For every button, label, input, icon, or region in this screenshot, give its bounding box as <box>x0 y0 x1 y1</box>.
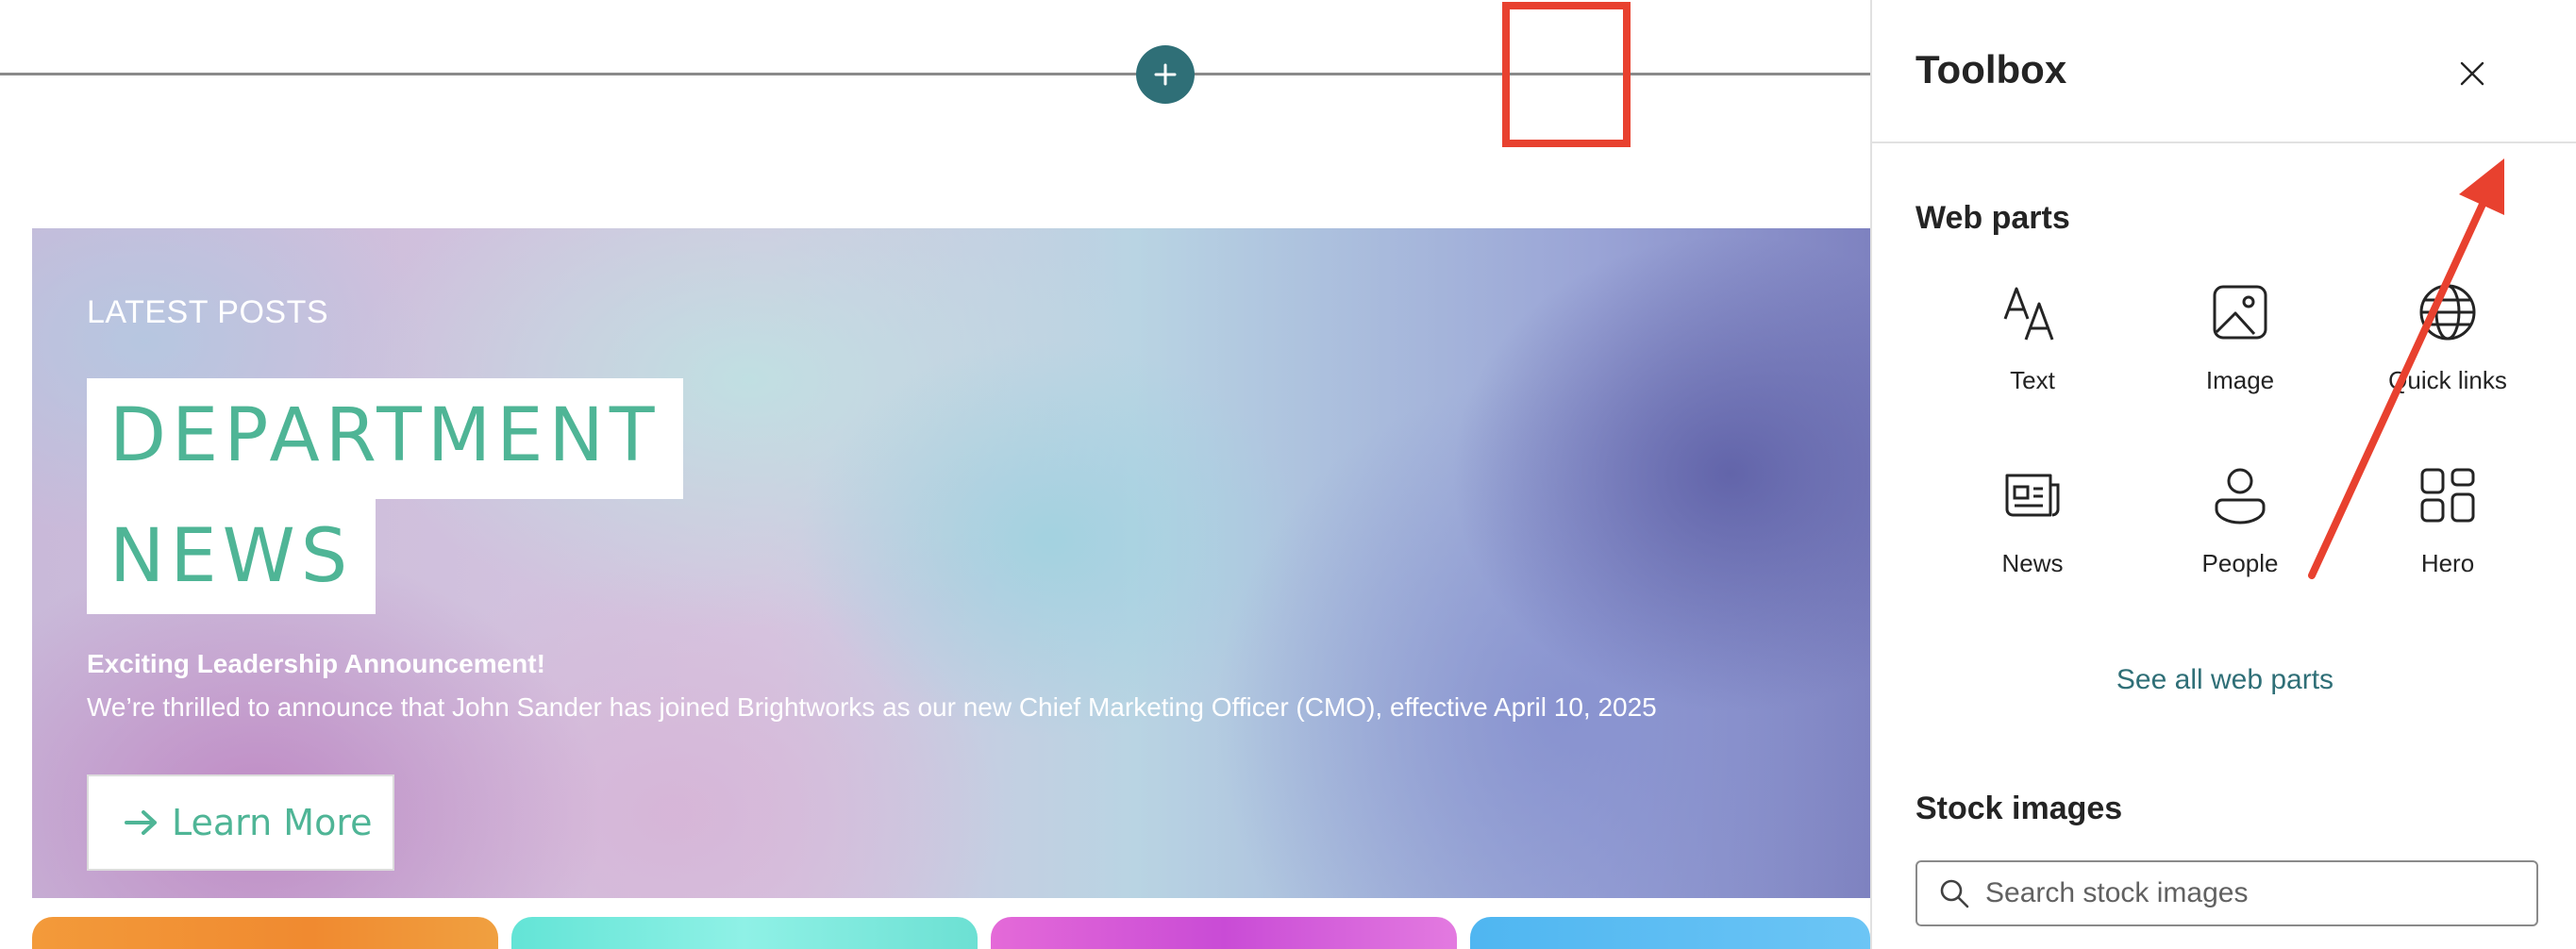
stock-images-search[interactable] <box>1915 860 2538 926</box>
stock-images-heading: Stock images <box>1915 791 2123 826</box>
news-tile-4[interactable] <box>1470 917 1870 949</box>
web-part-people[interactable]: People <box>2136 462 2344 623</box>
hero-subheading: Exciting Leadership Announcement! <box>87 649 545 678</box>
web-part-label: Hero <box>2420 549 2475 577</box>
toolbox-header: Toolbox <box>1872 0 2576 143</box>
news-tile-3[interactable] <box>991 917 1457 949</box>
hero-title-line-1: DEPARTMENT <box>87 378 683 499</box>
hero-body-text: We’re thrilled to announce that John San… <box>87 692 1657 722</box>
stock-images-search-input[interactable] <box>1985 877 2514 909</box>
close-toolbox-button[interactable] <box>2434 36 2510 111</box>
web-part-quick-links[interactable]: Quick links <box>2344 279 2551 440</box>
learn-more-button[interactable]: Learn More <box>87 774 394 871</box>
web-part-label: Image <box>2205 366 2275 394</box>
section-divider <box>0 73 1870 75</box>
news-icon <box>2005 474 2060 517</box>
close-icon <box>2460 61 2484 86</box>
person-icon <box>2215 468 2266 524</box>
hero-grid-icon <box>2420 468 2475 523</box>
image-icon <box>2213 285 2267 340</box>
see-all-web-parts-link[interactable]: See all web parts <box>1872 664 2576 696</box>
text-icon <box>2003 287 2054 341</box>
toolbox-panel: Toolbox Web parts Text Image Quick links… <box>1870 0 2576 949</box>
news-tile-2[interactable] <box>511 917 978 949</box>
web-parts-heading: Web parts <box>1915 200 2070 236</box>
page-canvas: LATEST POSTS DEPARTMENT NEWS Exciting Le… <box>0 0 1870 949</box>
hero-eyebrow: LATEST POSTS <box>87 294 329 330</box>
web-part-label: Text <box>2010 366 2055 394</box>
arrow-right-icon <box>125 810 157 835</box>
search-icon <box>1940 879 1969 908</box>
add-section-button[interactable] <box>1136 45 1195 104</box>
globe-icon <box>2419 284 2476 341</box>
web-part-text[interactable]: Text <box>1929 279 2136 440</box>
web-part-label: News <box>2001 549 2064 577</box>
web-part-label: People <box>2201 549 2279 577</box>
plus-icon <box>1154 63 1177 86</box>
toolbox-title: Toolbox <box>1915 47 2067 92</box>
learn-more-label: Learn More <box>172 802 373 843</box>
web-part-label: Quick links <box>2388 366 2507 394</box>
web-part-image[interactable]: Image <box>2136 279 2344 440</box>
hero-title-line-2: NEWS <box>87 499 376 614</box>
news-tile-1[interactable] <box>32 917 498 949</box>
web-part-hero[interactable]: Hero <box>2344 462 2551 623</box>
web-part-news[interactable]: News <box>1929 462 2136 623</box>
hero-banner[interactable]: LATEST POSTS DEPARTMENT NEWS Exciting Le… <box>32 228 1870 898</box>
